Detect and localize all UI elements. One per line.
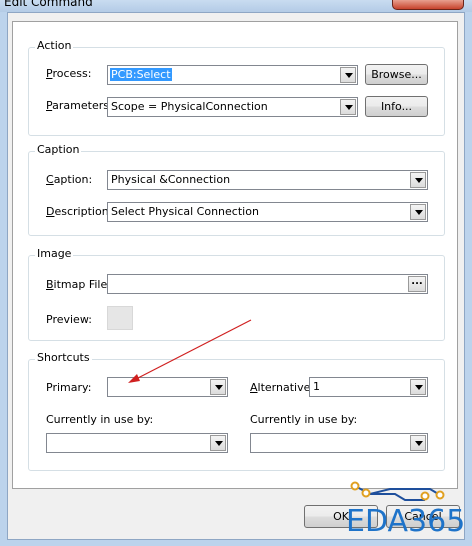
primary-label: Primary: bbox=[46, 381, 92, 394]
browse-button-label: Browse... bbox=[371, 68, 422, 81]
process-label: Process: bbox=[46, 67, 92, 80]
action-group: Action bbox=[28, 39, 445, 136]
alternative-dropdown-arrow-icon[interactable] bbox=[410, 379, 426, 395]
primary-in-use-dropdown-arrow-icon[interactable] bbox=[210, 435, 226, 451]
process-combo[interactable]: PCB:Select bbox=[107, 65, 358, 85]
parameters-dropdown-arrow-icon[interactable] bbox=[340, 99, 356, 115]
info-button-label: Info... bbox=[380, 100, 413, 113]
process-value: PCB:Select bbox=[110, 68, 172, 81]
alternative-shortcut-combo[interactable]: 1 bbox=[309, 377, 428, 397]
primary-shortcut-combo[interactable] bbox=[107, 377, 228, 397]
bitmap-preview bbox=[107, 306, 133, 330]
title-bar: Edit Command bbox=[0, 0, 472, 12]
shortcuts-group-title: Shortcuts bbox=[35, 351, 92, 364]
primary-in-use-label: Currently in use by: bbox=[46, 413, 154, 426]
description-dropdown-arrow-icon[interactable] bbox=[410, 204, 426, 220]
description-value: Select Physical Connection bbox=[111, 205, 259, 218]
bitmap-file-label: Bitmap File: bbox=[46, 278, 111, 291]
alternative-label: Alternative: bbox=[250, 381, 315, 394]
image-group: Image bbox=[28, 247, 445, 341]
parameters-label: Parameters: bbox=[46, 99, 113, 112]
window-title: Edit Command bbox=[4, 0, 93, 9]
bitmap-browse-button[interactable]: ... bbox=[408, 276, 426, 292]
caption-group: Caption bbox=[28, 143, 445, 236]
caption-combo[interactable]: Physical &Connection bbox=[107, 170, 428, 190]
alternative-shortcut-value: 1 bbox=[313, 380, 320, 393]
info-button[interactable]: Info... bbox=[365, 96, 428, 117]
caption-dropdown-arrow-icon[interactable] bbox=[410, 172, 426, 188]
parameters-value: Scope = PhysicalConnection bbox=[111, 100, 268, 113]
primary-dropdown-arrow-icon[interactable] bbox=[210, 379, 226, 395]
description-label: Description: bbox=[46, 205, 113, 218]
process-dropdown-arrow-icon[interactable] bbox=[340, 67, 356, 83]
caption-group-title: Caption bbox=[35, 143, 82, 156]
alternative-in-use-label: Currently in use by: bbox=[250, 413, 358, 426]
alternative-in-use-combo[interactable] bbox=[250, 433, 428, 453]
image-group-title: Image bbox=[35, 247, 74, 260]
watermark-logo-text: EDA365 bbox=[346, 504, 466, 539]
caption-value: Physical &Connection bbox=[111, 173, 231, 186]
parameters-combo[interactable]: Scope = PhysicalConnection bbox=[107, 97, 358, 117]
primary-in-use-combo[interactable] bbox=[46, 433, 228, 453]
description-combo[interactable]: Select Physical Connection bbox=[107, 202, 428, 222]
window-close-button[interactable] bbox=[392, 0, 464, 10]
alternative-in-use-dropdown-arrow-icon[interactable] bbox=[410, 435, 426, 451]
bitmap-file-input[interactable]: ... bbox=[107, 274, 428, 294]
browse-button[interactable]: Browse... bbox=[365, 64, 428, 85]
action-group-title: Action bbox=[35, 39, 74, 52]
caption-label: Caption: bbox=[46, 173, 93, 186]
preview-label: Preview: bbox=[46, 313, 92, 326]
